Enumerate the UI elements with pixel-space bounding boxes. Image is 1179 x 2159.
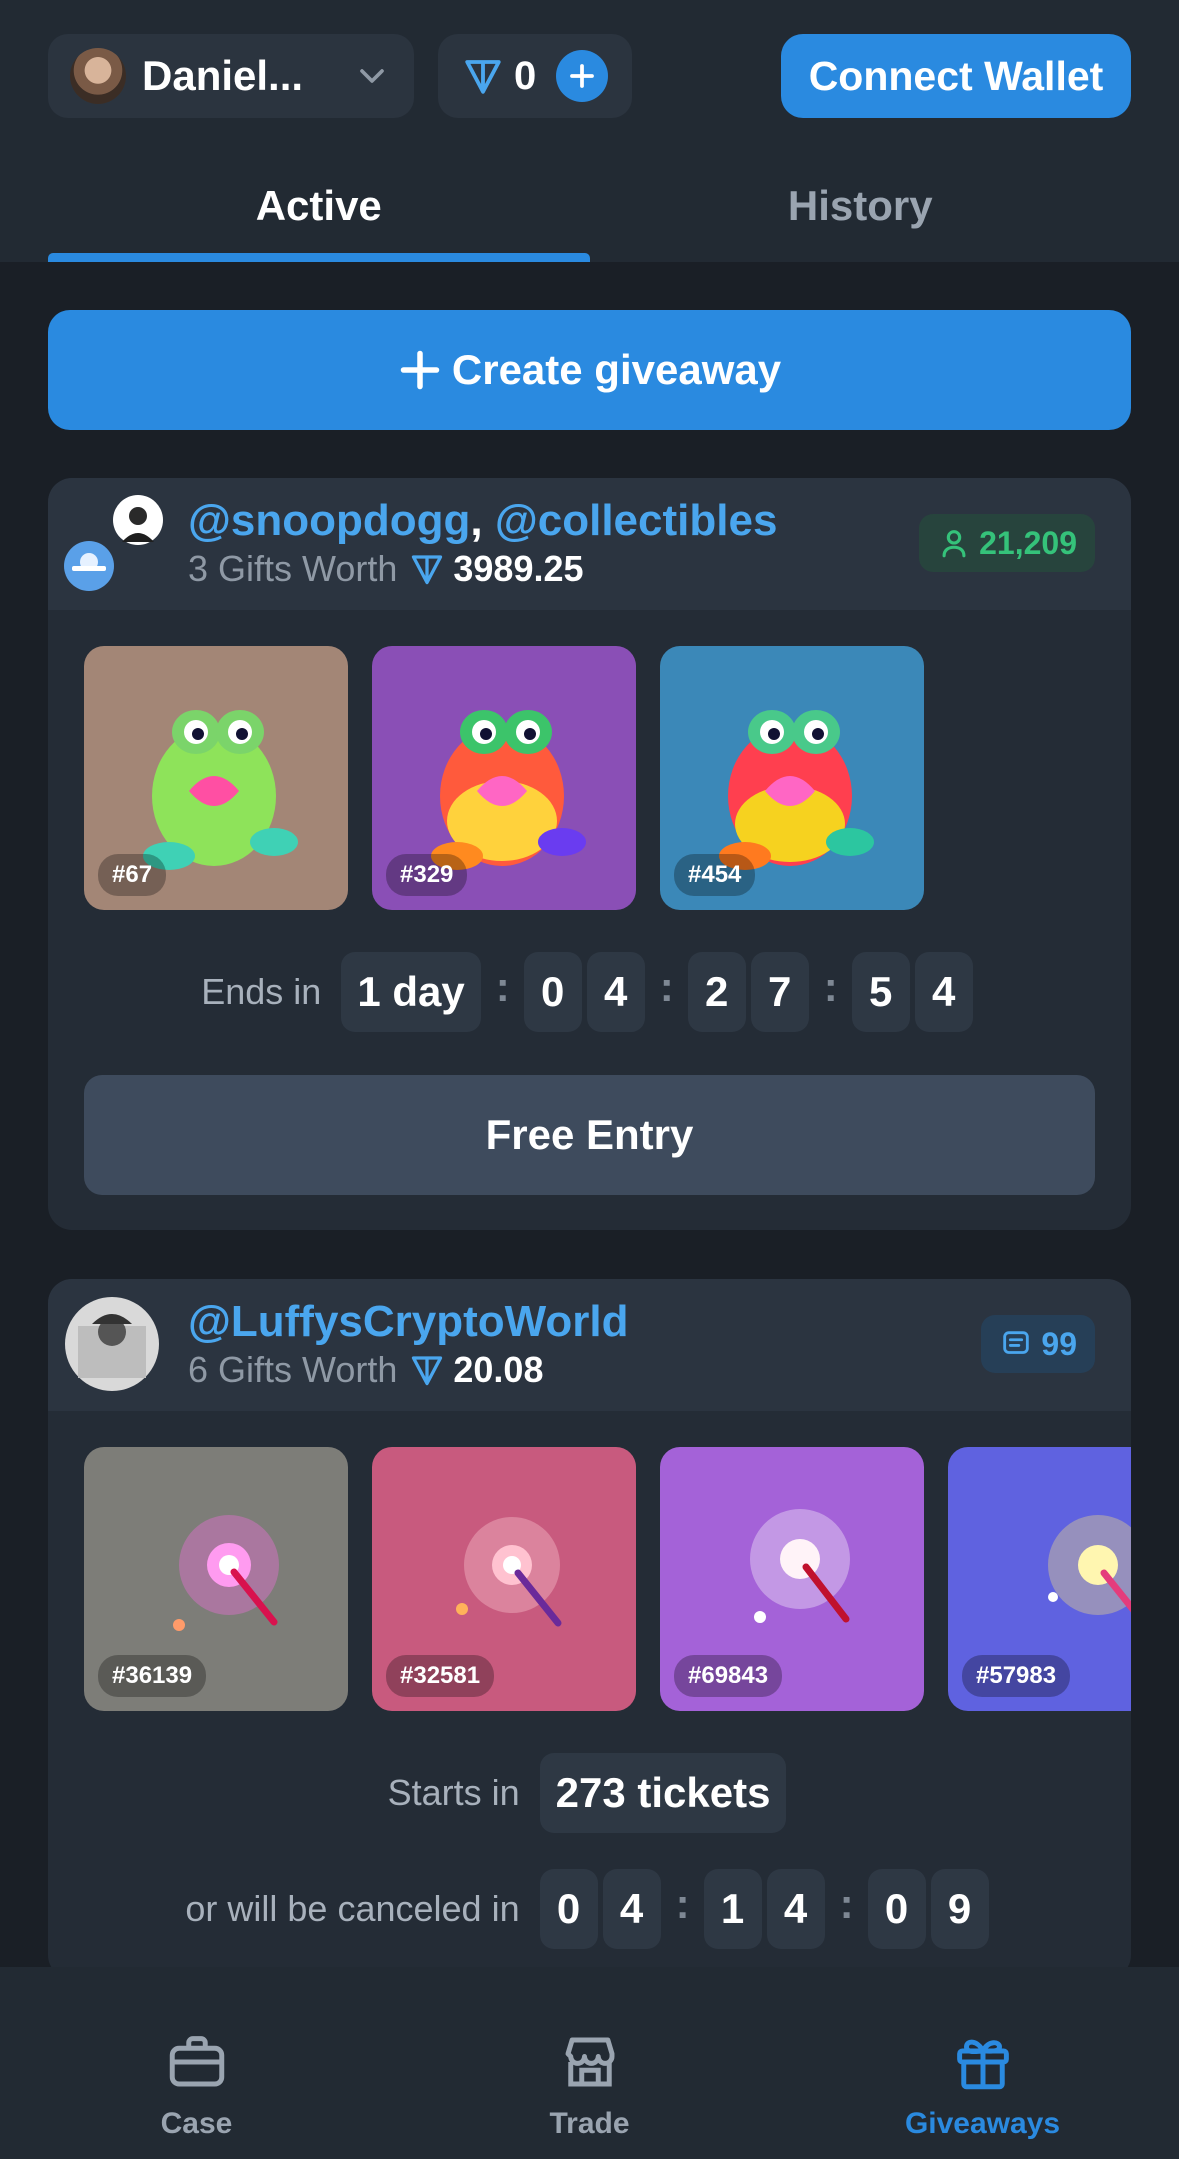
add-funds-button[interactable] <box>556 50 608 102</box>
timer-colon: : <box>495 963 510 1010</box>
timer-colon: : <box>839 1880 854 1927</box>
plus-icon <box>400 350 440 390</box>
tickets-needed: 273 tickets <box>539 1753 787 1833</box>
ends-timer: Ends in 1 day : 0 4 : 2 7 : 5 4 <box>48 952 1131 1032</box>
ends-label: Ends in <box>201 971 322 1012</box>
gift-number: #57983 <box>962 1655 1071 1697</box>
gift-item[interactable]: #454 <box>660 646 924 910</box>
gift-icon <box>956 2039 1009 2090</box>
nav-case[interactable]: Case <box>0 1967 393 2159</box>
cancel-label: or will be canceled in <box>185 1888 520 1929</box>
tickets-count: 99 <box>1041 1325 1077 1362</box>
gift-list: #36139 #32581 #69843 #57983 <box>84 1447 1131 1711</box>
tab-active[interactable]: Active <box>48 160 590 262</box>
gift-number: #36139 <box>98 1655 207 1697</box>
person-icon <box>942 530 966 558</box>
chevron-down-icon <box>360 69 384 83</box>
user-avatar <box>70 48 126 104</box>
nav-label: Giveaways <box>904 2107 1061 2140</box>
giveaway-creators: @LuffysCryptoWorld <box>188 1297 629 1347</box>
participants-count: 21,209 <box>979 524 1077 561</box>
briefcase-icon <box>169 2036 224 2087</box>
giveaway-header: @snoopdogg, @collectibles 3 Gifts Worth … <box>48 478 1131 610</box>
timer-digit: 4 <box>586 952 645 1032</box>
timer-digit: 7 <box>750 952 809 1032</box>
timer-days: 1 day <box>341 952 481 1032</box>
creator-avatars <box>64 495 163 591</box>
timer-colon: : <box>675 1880 690 1927</box>
starts-label: Starts in <box>387 1772 520 1813</box>
participants-badge: 21,209 <box>919 514 1095 572</box>
ton-icon <box>465 60 501 94</box>
creator-link[interactable]: @snoopdogg <box>188 496 470 545</box>
worth-value: 20.08 <box>453 1349 544 1390</box>
giveaway-card[interactable]: @LuffysCryptoWorld 6 Gifts Worth 20.08 9… <box>48 1279 1131 1979</box>
user-name: Daniel... <box>142 52 304 99</box>
giveaway-header: @LuffysCryptoWorld 6 Gifts Worth 20.08 9… <box>48 1279 1131 1411</box>
free-entry-button[interactable]: Free Entry <box>84 1075 1095 1195</box>
create-giveaway-button[interactable]: Create giveaway <box>48 310 1131 430</box>
timer-colon: : <box>659 963 674 1010</box>
tickets-badge: 99 <box>981 1315 1095 1373</box>
nav-trade[interactable]: Trade <box>393 1967 786 2159</box>
giveaway-creators: @snoopdogg, @collectibles <box>188 496 777 546</box>
gifts-count-label: 3 Gifts Worth <box>188 548 398 589</box>
connect-wallet-button[interactable]: Connect Wallet <box>781 34 1131 118</box>
bottom-nav: Case Trade Giveaways <box>0 1967 1179 2159</box>
creator-avatar <box>65 1297 159 1391</box>
gift-number: #329 <box>386 854 468 896</box>
timer-digit: 5 <box>851 952 910 1032</box>
tab-bar: Active History <box>48 160 1131 262</box>
timer-digit: 1 <box>703 1869 762 1949</box>
gift-item[interactable]: #57983 <box>948 1447 1131 1711</box>
ticket-list-icon <box>1003 1331 1030 1354</box>
creator-link[interactable]: @collectibles <box>495 496 778 545</box>
gifts-worth: 6 Gifts Worth 20.08 <box>188 1349 543 1391</box>
gifts-count-label: 6 Gifts Worth <box>188 1349 398 1390</box>
creator-link[interactable]: @LuffysCryptoWorld <box>188 1297 629 1346</box>
create-giveaway-label: Create giveaway <box>451 346 782 393</box>
nav-giveaways[interactable]: Giveaways <box>786 1967 1179 2159</box>
gift-list: #67 #329 #454 <box>84 646 924 910</box>
gift-number: #454 <box>674 854 756 896</box>
timer-digit: 4 <box>914 952 973 1032</box>
store-icon <box>565 2037 614 2087</box>
gift-item[interactable]: #69843 <box>660 1447 924 1711</box>
tab-history[interactable]: History <box>590 160 1132 262</box>
gifts-worth: 3 Gifts Worth 3989.25 <box>188 548 584 590</box>
timer-digit: 4 <box>766 1869 825 1949</box>
cancel-timer: or will be canceled in 0 4 : 1 4 : 0 9 <box>48 1869 1131 1949</box>
gift-item[interactable]: #67 <box>84 646 348 910</box>
timer-digit: 0 <box>539 1869 598 1949</box>
account-selector[interactable]: Daniel... <box>48 34 414 118</box>
creator-separator: , <box>470 496 483 545</box>
gift-number: #32581 <box>386 1655 495 1697</box>
nav-label: Trade <box>549 2107 630 2140</box>
balance-value: 0 <box>514 53 537 98</box>
ton-icon <box>412 1356 443 1386</box>
starts-row: Starts in 273 tickets <box>48 1753 1131 1833</box>
plus-icon <box>570 64 594 88</box>
gift-number: #69843 <box>674 1655 783 1697</box>
timer-digit: 9 <box>930 1869 989 1949</box>
giveaway-card[interactable]: @snoopdogg, @collectibles 3 Gifts Worth … <box>48 478 1131 1230</box>
top-bar: Daniel... 0 Connect Wallet Active Histor… <box>0 0 1179 262</box>
gift-item[interactable]: #329 <box>372 646 636 910</box>
timer-digit: 0 <box>867 1869 926 1949</box>
timer-digit: 4 <box>602 1869 661 1949</box>
ton-balance: 0 <box>438 34 632 118</box>
ton-icon <box>412 555 443 585</box>
timer-colon: : <box>823 963 838 1010</box>
timer-digit: 0 <box>523 952 582 1032</box>
timer-digit: 2 <box>687 952 746 1032</box>
nav-label: Case <box>160 2107 233 2140</box>
gift-item[interactable]: #36139 <box>84 1447 348 1711</box>
gift-number: #67 <box>98 854 167 896</box>
gift-item[interactable]: #32581 <box>372 1447 636 1711</box>
worth-value: 3989.25 <box>453 548 584 589</box>
